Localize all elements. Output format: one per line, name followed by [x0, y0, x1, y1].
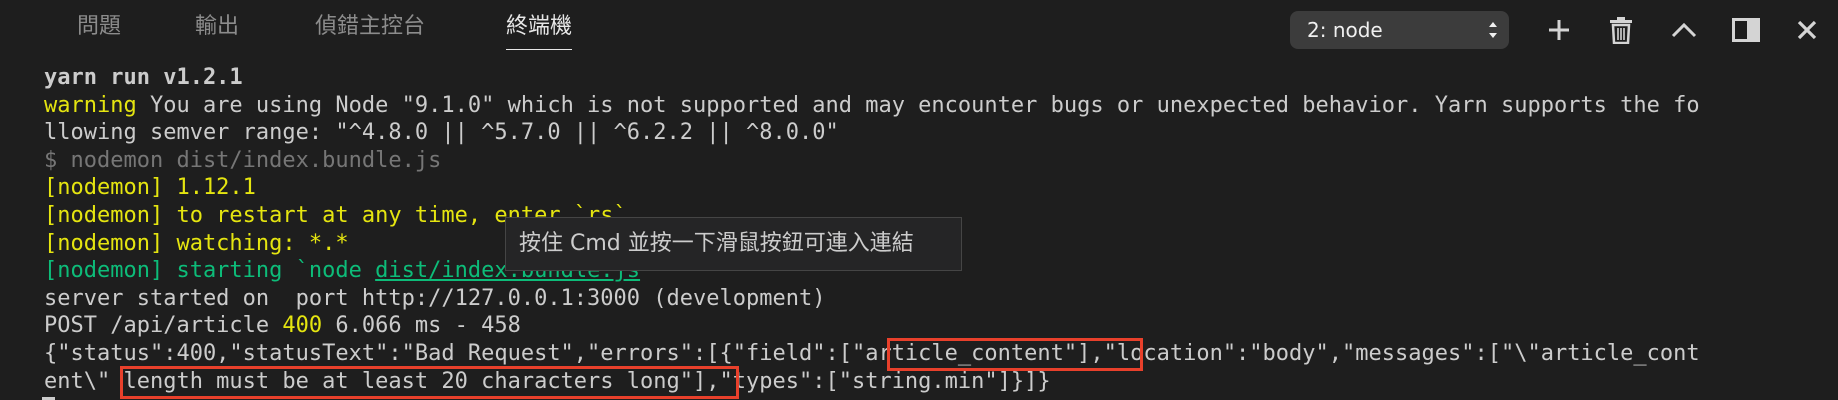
- trash-icon[interactable]: [1605, 14, 1637, 46]
- link-tooltip: 按住 Cmd 並按一下滑鼠按鈕可連入連結: [505, 217, 962, 271]
- terminal-line: llowing semver range: "^4.8.0 || ^5.7.0 …: [44, 120, 839, 146]
- warning-text: You are using Node "9.1.0" which is not …: [136, 92, 1700, 118]
- annotation-highlight-field: [887, 338, 1143, 371]
- plus-icon[interactable]: [1543, 14, 1575, 46]
- panel-header: 問題 輸出 偵錯主控台 終端機 2: node: [0, 0, 1838, 54]
- tab-output[interactable]: 輸出: [195, 10, 239, 44]
- terminal-line: POST /api/article 400 6.066 ms - 458: [44, 312, 521, 340]
- terminal-line: yarn run v1.2.1: [44, 65, 243, 90]
- tab-terminal[interactable]: 終端機: [506, 10, 573, 50]
- select-arrows-icon: [1489, 22, 1497, 38]
- terminal-line: $ nodemon dist/index.bundle.js: [44, 147, 442, 173]
- terminal-line: [nodemon] 1.12.1: [44, 175, 256, 201]
- request-line: POST /api/article: [44, 313, 283, 339]
- terminal-line: server started on port http://127.0.0.1:…: [44, 285, 826, 311]
- terminal-select-value: 2: node: [1307, 18, 1383, 42]
- request-timing: 6.066 ms - 458: [322, 313, 521, 339]
- starting-prefix: [nodemon] starting `node: [44, 258, 376, 284]
- warning-label: warning: [44, 92, 137, 118]
- split-panel-icon[interactable]: [1730, 14, 1762, 46]
- terminal-instance-select[interactable]: 2: node: [1290, 11, 1509, 49]
- terminal-line: {"status":400,"statusText":"Bad Request"…: [44, 341, 1700, 366]
- close-icon[interactable]: [1791, 14, 1823, 46]
- terminal-line: [nodemon] watching: *.*: [44, 230, 349, 256]
- terminal-line: warning You are using Node "9.1.0" which…: [44, 92, 1700, 120]
- chevron-up-icon[interactable]: [1668, 14, 1700, 46]
- tab-problems[interactable]: 問題: [77, 10, 121, 44]
- tab-debug-console[interactable]: 偵錯主控台: [315, 10, 425, 44]
- annotation-highlight-message: [120, 366, 739, 399]
- status-code: 400: [282, 313, 323, 339]
